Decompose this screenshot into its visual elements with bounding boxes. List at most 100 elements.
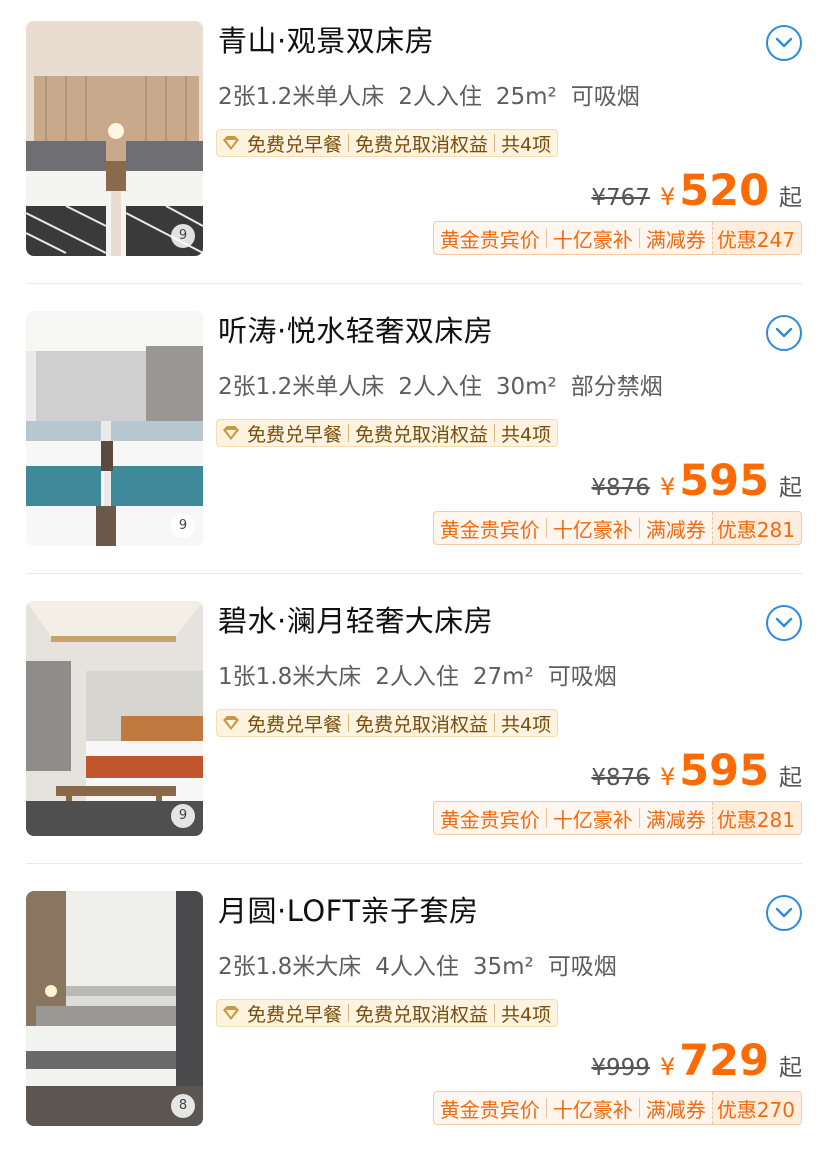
- original-price: ¥767: [591, 185, 650, 211]
- price-suffix: 起: [779, 185, 802, 211]
- discount-amount: 优惠247: [711, 222, 801, 254]
- expand-button[interactable]: [766, 315, 802, 351]
- guest-info: 4人入住: [375, 954, 459, 980]
- perk-total: 共4项: [501, 713, 552, 736]
- promo-tag-subsidy: 十亿豪补: [552, 1097, 633, 1122]
- photo-count-badge: 8: [171, 1094, 195, 1118]
- room-name[interactable]: 月圆·LOFT亲子套房: [218, 890, 479, 932]
- bed-info: 1张1.8米大床: [218, 664, 362, 690]
- room-card[interactable]: 9 听涛·悦水轻奢双床房 2张1.2米单人床 2人入住 30m² 部分禁烟 免费兑早餐…: [0, 290, 828, 580]
- chevron-down-icon: [775, 327, 793, 338]
- smoking-info: 部分禁烟: [570, 374, 663, 400]
- perk-cancellation: 免费兑取消权益: [355, 423, 489, 446]
- bed-info: 2张1.2米单人床: [218, 84, 385, 110]
- room-photo-image: [26, 891, 203, 1126]
- card-divider: [26, 863, 802, 864]
- promo-tag-gold-vip: 黄金贵宾价: [439, 517, 540, 542]
- room-card[interactable]: 9 青山·观景双床房 2张1.2米单人床 2人入住 25m² 可吸烟 免费兑早餐 免费兑…: [0, 0, 828, 290]
- discount-amount: 优惠281: [711, 802, 801, 834]
- bed-info: 2张1.8米大床: [218, 954, 362, 980]
- promo-tag-gold-vip: 黄金贵宾价: [439, 807, 540, 832]
- expand-button[interactable]: [766, 895, 802, 931]
- current-price: 520: [679, 166, 769, 216]
- original-price: ¥999: [591, 1055, 650, 1081]
- room-photo[interactable]: 9: [26, 601, 203, 836]
- photo-count-badge: 9: [171, 224, 195, 248]
- price-row: ¥876 ¥595 起: [591, 456, 802, 508]
- guest-info: 2人入住: [375, 664, 459, 690]
- current-price: 595: [679, 746, 769, 796]
- currency-symbol: ¥: [659, 763, 676, 791]
- room-specs: 2张1.2米单人床 2人入住 30m² 部分禁烟: [218, 368, 677, 406]
- chevron-down-icon: [775, 907, 793, 918]
- perks-badge[interactable]: 免费兑早餐 免费兑取消权益 共4项: [216, 129, 559, 157]
- perk-divider: [348, 1004, 350, 1022]
- expand-button[interactable]: [766, 605, 802, 641]
- diamond-icon: [223, 426, 239, 440]
- photo-count-badge: 9: [171, 804, 195, 828]
- area-info: 25m²: [495, 84, 557, 110]
- room-photo-image: [26, 311, 203, 546]
- expand-button[interactable]: [766, 25, 802, 61]
- perk-divider: [494, 424, 496, 442]
- promo-tags[interactable]: 黄金贵宾价 十亿豪补 满减券 优惠270: [432, 1091, 802, 1125]
- perk-breakfast: 免费兑早餐: [247, 1003, 343, 1026]
- perk-cancellation: 免费兑取消权益: [355, 133, 489, 156]
- perk-breakfast: 免费兑早餐: [247, 423, 343, 446]
- promo-tags[interactable]: 黄金贵宾价 十亿豪补 满减券 优惠281: [432, 511, 802, 545]
- perk-cancellation: 免费兑取消权益: [355, 1003, 489, 1026]
- room-name[interactable]: 听涛·悦水轻奢双床房: [218, 310, 493, 352]
- perk-divider: [494, 714, 496, 732]
- current-price: 595: [679, 456, 769, 506]
- perks-badge[interactable]: 免费兑早餐 免费兑取消权益 共4项: [216, 419, 559, 447]
- promo-tags[interactable]: 黄金贵宾价 十亿豪补 满减券 优惠247: [432, 221, 802, 255]
- original-price: ¥876: [591, 765, 650, 791]
- promo-tags[interactable]: 黄金贵宾价 十亿豪补 满减券 优惠281: [432, 801, 802, 835]
- perk-total: 共4项: [501, 423, 552, 446]
- currency-symbol: ¥: [659, 1053, 676, 1081]
- perk-divider: [348, 714, 350, 732]
- perks-badge[interactable]: 免费兑早餐 免费兑取消权益 共4项: [216, 709, 559, 737]
- smoking-info: 可吸烟: [547, 954, 617, 980]
- chevron-down-icon: [775, 37, 793, 48]
- price-suffix: 起: [779, 765, 802, 791]
- promo-tag-subsidy: 十亿豪补: [552, 227, 633, 252]
- promo-tag-gold-vip: 黄金贵宾价: [439, 227, 540, 252]
- bed-info: 2张1.2米单人床: [218, 374, 385, 400]
- price-row: ¥876 ¥595 起: [591, 746, 802, 798]
- perk-total: 共4项: [501, 1003, 552, 1026]
- area-info: 27m²: [472, 664, 534, 690]
- guest-info: 2人入住: [398, 374, 482, 400]
- perk-total: 共4项: [501, 133, 552, 156]
- price-row: ¥767 ¥520 起: [591, 166, 802, 218]
- photo-count-badge: 9: [171, 514, 195, 538]
- perk-breakfast: 免费兑早餐: [247, 133, 343, 156]
- currency-symbol: ¥: [659, 183, 676, 211]
- discount-amount: 优惠270: [711, 1092, 801, 1124]
- perk-divider: [494, 134, 496, 152]
- room-name[interactable]: 碧水·澜月轻奢大床房: [218, 600, 493, 642]
- perk-cancellation: 免费兑取消权益: [355, 713, 489, 736]
- room-card[interactable]: 9 碧水·澜月轻奢大床房 1张1.8米大床 2人入住 27m² 可吸烟 免费兑早餐 免费…: [0, 580, 828, 870]
- current-price: 729: [679, 1036, 769, 1086]
- room-photo[interactable]: 9: [26, 21, 203, 256]
- room-name[interactable]: 青山·观景双床房: [218, 20, 434, 62]
- perks-badge[interactable]: 免费兑早餐 免费兑取消权益 共4项: [216, 999, 559, 1027]
- perk-divider: [494, 1004, 496, 1022]
- perk-breakfast: 免费兑早餐: [247, 713, 343, 736]
- chevron-down-icon: [775, 617, 793, 628]
- area-info: 35m²: [472, 954, 534, 980]
- promo-tag-subsidy: 十亿豪补: [552, 517, 633, 542]
- card-divider: [26, 573, 802, 574]
- room-list: 9 青山·观景双床房 2张1.2米单人床 2人入住 25m² 可吸烟 免费兑早餐 免费兑…: [0, 0, 828, 1153]
- room-photo[interactable]: 9: [26, 311, 203, 546]
- smoking-info: 可吸烟: [547, 664, 617, 690]
- diamond-icon: [223, 1006, 239, 1020]
- room-photo[interactable]: 8: [26, 891, 203, 1126]
- original-price: ¥876: [591, 475, 650, 501]
- room-card[interactable]: 8 月圆·LOFT亲子套房 2张1.8米大床 4人入住 35m² 可吸烟 免费兑早餐免…: [0, 870, 828, 1153]
- promo-tag-gold-vip: 黄金贵宾价: [439, 1097, 540, 1122]
- guest-info: 2人入住: [398, 84, 482, 110]
- diamond-icon: [223, 716, 239, 730]
- promo-tag-subsidy: 十亿豪补: [552, 807, 633, 832]
